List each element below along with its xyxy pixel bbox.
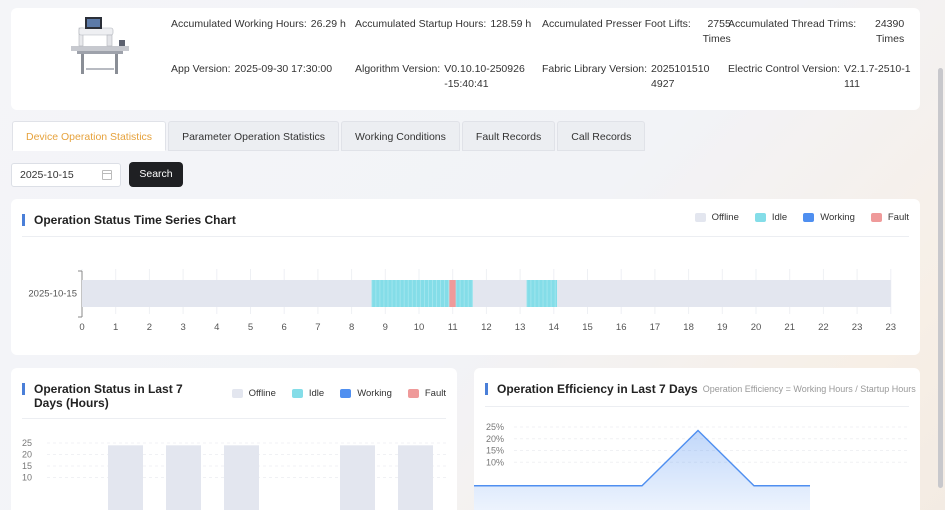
y-tick-label: 20 [22, 450, 32, 460]
thread-trims-info: Accumulated Thread Trims: 24390 Times [728, 17, 904, 47]
last7-bar-chart: 25 2015 10 [22, 438, 447, 510]
segment-offline [472, 280, 527, 307]
x-tick-label: 11 [448, 322, 458, 333]
info-value: 26.29 h [310, 18, 346, 30]
x-tick-label: 20 [751, 322, 762, 333]
search-button[interactable]: Search [129, 162, 183, 187]
info-value: V0.10.10-250926-15:40:41 [444, 63, 525, 90]
bar-offline [108, 445, 143, 510]
info-label: App Version: [171, 63, 231, 75]
app-version-info: App Version: 2025-09-30 17:30:00 [171, 62, 332, 77]
date-value: 2025-10-15 [20, 169, 74, 181]
info-value: V2.1.7-2510-1111 [844, 63, 911, 90]
x-tick-label: 7 [315, 322, 320, 333]
info-value: 20251015104927 [651, 63, 710, 90]
y-tick-label: 15% [486, 446, 504, 456]
y-tick-label: 20% [486, 434, 504, 444]
efficiency-card: Operation Efficiency in Last 7 Days Oper… [474, 368, 920, 510]
bar-offline [166, 445, 201, 510]
segment-idle [526, 280, 558, 307]
x-tick-label: 13 [515, 322, 526, 333]
y-tick-label: 15 [22, 461, 32, 471]
device-info-card: Accumulated Working Hours: 26.29 h Accum… [11, 8, 920, 110]
x-tick-label: 5 [248, 322, 253, 333]
page-scrollbar[interactable] [938, 68, 943, 488]
x-tick-label: 18 [683, 322, 694, 333]
tab-fault-records[interactable]: Fault Records [461, 121, 556, 151]
x-tick-label: 9 [383, 322, 388, 333]
segment-fault [449, 280, 457, 307]
electric-control-version-info: Electric Control Version: V2.1.7-2510-11… [728, 62, 912, 92]
row-label: 2025-10-15 [28, 289, 77, 300]
tab-device-operation-statistics[interactable]: Device Operation Statistics [12, 121, 167, 151]
bar-offline [224, 445, 259, 510]
x-tick-label: 23 [886, 322, 897, 333]
info-value: 2025-09-30 17:30:00 [234, 63, 333, 75]
x-tick-label: 4 [214, 322, 219, 333]
x-tick-label: 15 [582, 322, 593, 333]
timeseries-chart: 2025-10-150 1 2 3 4 5 6 7 8 9 10 11 12 13 14 15 16 17 18 19… [28, 269, 897, 333]
x-tick-label: 17 [650, 322, 661, 333]
info-label: Electric Control Version: [728, 63, 841, 75]
info-label: Fabric Library Version: [542, 63, 648, 75]
segment-idle [371, 280, 450, 307]
efficiency-area [474, 430, 810, 510]
x-tick-label: 6 [282, 322, 287, 333]
x-tick-label: 21 [784, 322, 795, 333]
working-hours-info: Accumulated Working Hours: 26.29 h [171, 17, 346, 32]
x-tick-label: 16 [616, 322, 627, 333]
info-value: 24390 Times [875, 18, 905, 45]
y-tick-label: 10 [22, 473, 32, 483]
x-tick-label: 8 [349, 322, 354, 333]
statistics-tabs: Device Operation Statistics Parameter Op… [12, 121, 647, 151]
x-tick-label: 3 [180, 322, 185, 333]
efficiency-area-chart: 25% 20% 15%10% [474, 422, 910, 510]
info-label: Accumulated Presser Foot Lifts: [542, 18, 691, 30]
x-tick-label: 14 [549, 322, 560, 333]
x-tick-label: 23 [852, 322, 863, 333]
y-tick-label: 10% [486, 457, 504, 467]
bar-offline [398, 445, 433, 510]
tab-call-records[interactable]: Call Records [557, 121, 646, 151]
info-value: 128.59 h [490, 18, 532, 30]
fabric-library-version-info: Fabric Library Version: 20251015104927 [542, 62, 715, 92]
algorithm-version-info: Algorithm Version: V0.10.10-250926-15:40… [355, 62, 528, 92]
segment-offline [557, 280, 891, 307]
info-label: Accumulated Startup Hours: [355, 18, 487, 30]
timeseries-card: Operation Status Time Series Chart Offli… [11, 199, 920, 355]
calendar-icon[interactable] [102, 170, 112, 180]
x-tick-label: 0 [79, 322, 84, 333]
segment-offline [82, 280, 372, 307]
info-label: Accumulated Working Hours: [171, 18, 307, 30]
tab-working-conditions[interactable]: Working Conditions [341, 121, 460, 151]
bar-offline [340, 445, 375, 510]
date-picker-input[interactable]: 2025-10-15 [11, 163, 121, 187]
startup-hours-info: Accumulated Startup Hours: 128.59 h [355, 17, 531, 32]
x-tick-label: 2 [147, 322, 152, 333]
x-tick-label: 1 [113, 322, 118, 333]
y-tick-label: 25% [486, 422, 504, 432]
presser-foot-lifts-info: Accumulated Presser Foot Lifts: 2755 Tim… [542, 17, 731, 47]
info-value: 2755 Times [702, 18, 731, 45]
info-label: Accumulated Thread Trims: [728, 18, 857, 30]
sewing-machine-icon [71, 17, 129, 74]
x-tick-label: 22 [818, 322, 829, 333]
tab-parameter-operation-statistics[interactable]: Parameter Operation Statistics [168, 121, 340, 151]
x-tick-label: 12 [481, 322, 492, 333]
x-tick-label: 10 [414, 322, 425, 333]
last7-status-card: Operation Status in Last 7 Days (Hours) … [11, 368, 457, 510]
y-tick-label: 25 [22, 438, 32, 448]
x-tick-label: 19 [717, 322, 728, 333]
info-label: Algorithm Version: [355, 63, 441, 75]
